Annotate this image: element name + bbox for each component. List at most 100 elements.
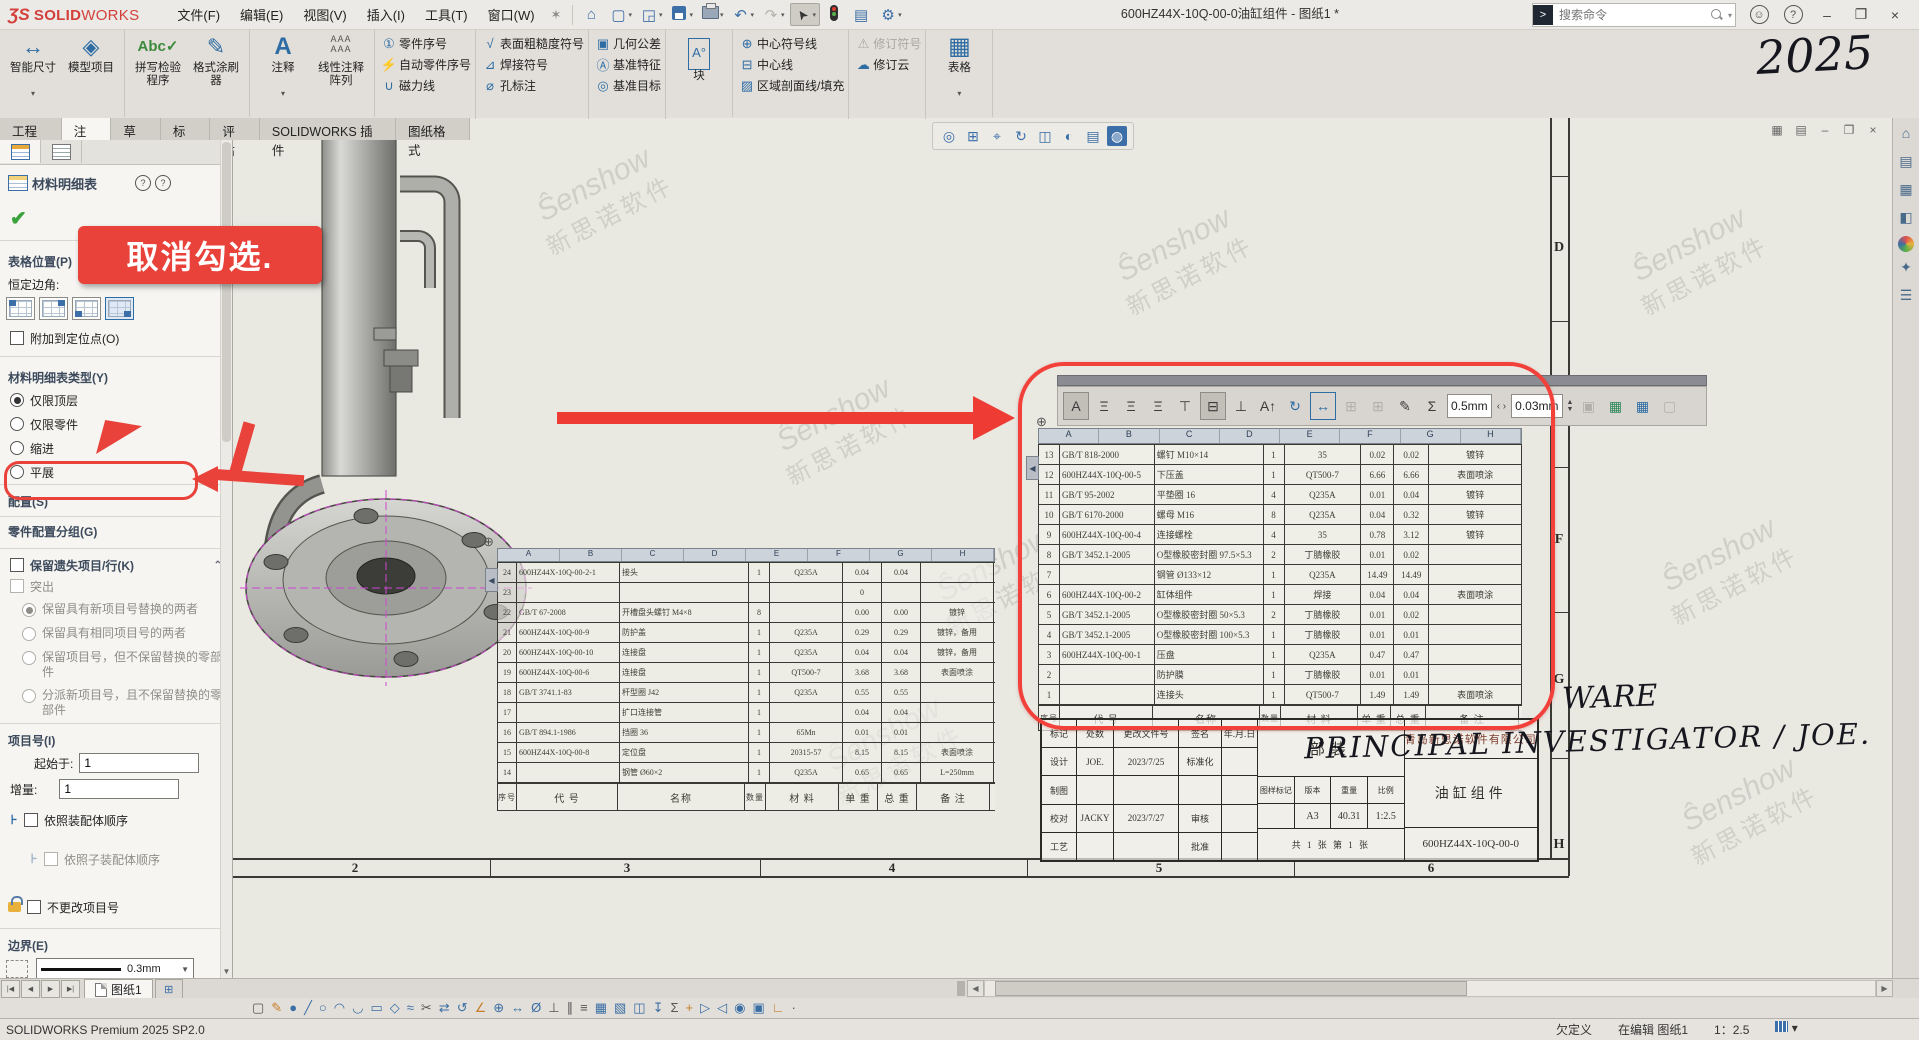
no-change-option[interactable]: 不更改项目号 <box>0 898 232 916</box>
menu-item[interactable]: 窗口(W) <box>478 1 545 28</box>
section-item-numbers[interactable]: 项目号(I)⌃ <box>0 731 240 749</box>
ribbon-button[interactable]: ⊕ 中心符号线 <box>737 33 817 54</box>
help-icon[interactable]: ? <box>1776 5 1810 25</box>
table-row[interactable]: 8 GB/T 3452.1-2005 O型橡胶密封圈 97.5×5.3 2 丁腈… <box>1038 545 1522 565</box>
search-input[interactable] <box>1557 7 1711 23</box>
ribbon-button[interactable]: √ 表面粗糙度符号 <box>480 33 584 54</box>
ribbon-button[interactable]: ∪ 磁力线 <box>379 75 435 96</box>
table-row[interactable]: 14 钢管 Ø60×2 1 Q235A 0.65 0.65 L=250mm <box>497 763 995 783</box>
edit-table-icon[interactable]: ✎ <box>1393 393 1417 419</box>
table-row[interactable]: 15 600HZ44X-10Q-00-8 定位盘 1 20315-57 8.15… <box>497 743 995 763</box>
sketch-tool-icon[interactable]: ╱ <box>304 999 312 1017</box>
ribbon-button[interactable]: Ⓐ 基准特征 <box>593 54 661 75</box>
column-letter[interactable]: C <box>622 549 684 561</box>
zoom-fit-icon[interactable]: ⊞ <box>963 126 983 146</box>
highlight-option[interactable]: 突出 <box>0 578 232 594</box>
command-tab[interactable]: 工程图 <box>0 118 62 140</box>
menu-item[interactable]: 工具(T) <box>415 1 478 28</box>
new-file-button[interactable]: ▢ ▾ <box>606 4 635 26</box>
follow-assembly-option[interactable]: ⊦ 依照装配体顺序 <box>0 811 232 829</box>
table-row[interactable]: 12 600HZ44X-10Q-00-5 下压盖 1 QT500-7 6.66 … <box>1038 465 1522 485</box>
custom-properties-icon[interactable]: ✦ <box>1893 254 1919 280</box>
search-icon[interactable] <box>1711 9 1723 21</box>
help-icon[interactable]: ? <box>155 175 171 191</box>
select-table-icon[interactable]: ▢ <box>1657 393 1681 419</box>
display-style-icon[interactable]: ◐ <box>1059 126 1079 146</box>
sketch-tool-icon[interactable]: ◇ <box>390 999 400 1017</box>
sketch-tool-icon[interactable]: ▣ <box>752 999 764 1017</box>
column-letter[interactable]: G <box>870 549 932 561</box>
border-thickness-select[interactable]: 0.3mm ▼ <box>36 958 194 980</box>
search-box[interactable]: > ▾ <box>1532 3 1736 27</box>
sketch-tool-icon[interactable]: ● <box>289 999 297 1017</box>
table-row[interactable]: 9 600HZ44X-10Q-00-4 连接螺栓 4 35 0.78 3.12 … <box>1038 525 1522 545</box>
sketch-tool-icon[interactable]: Σ <box>671 999 679 1017</box>
table-row[interactable]: 24 600HZ44X-10Q-00-2-1 接头 1 Q235A 0.04 0… <box>497 563 995 583</box>
open-file-button[interactable]: ◲ ▾ <box>637 4 666 26</box>
text-size-icon[interactable]: A↑ <box>1256 393 1280 419</box>
first-sheet-button[interactable]: |◀ <box>1 980 20 998</box>
table-format-icon[interactable]: ▦ <box>1630 393 1654 419</box>
section-bom-type[interactable]: 材料明细表类型(Y)⌃ <box>0 368 240 386</box>
table-row[interactable]: 20 600HZ44X-10Q-00-10 连接盘 1 Q235A 0.04 0… <box>497 643 995 663</box>
table-move-handle[interactable]: ⊕ <box>483 534 494 550</box>
minimize-button[interactable]: – <box>1810 7 1844 23</box>
account-icon[interactable]: ☺ <box>1742 5 1776 25</box>
ribbon-button[interactable]: ⚠ 修订符号 <box>853 33 921 54</box>
scroll-left-icon[interactable]: ◀ <box>967 980 984 997</box>
redo-button[interactable]: ↷ ▾ <box>759 4 788 26</box>
column-letter[interactable]: D <box>684 549 746 561</box>
chevron-down-icon[interactable]: ▾ <box>1728 11 1732 20</box>
column-letter[interactable]: H <box>1461 429 1521 443</box>
chevron-down-icon[interactable]: ▾ <box>720 11 724 19</box>
table-row[interactable]: 2 防护膜 1 丁腈橡胶 0.01 0.01 <box>1038 665 1522 685</box>
ribbon-button[interactable]: ◈ 模型项目 <box>63 31 119 98</box>
sketch-tool-icon[interactable]: ⊕ <box>493 999 504 1017</box>
table-row[interactable]: 11 GB/T 95-2002 平垫圈 16 4 Q235A 0.01 0.04… <box>1038 485 1522 505</box>
ribbon-button[interactable]: A 注释 ▾ <box>255 31 311 98</box>
chevron-down-icon[interactable]: ▾ <box>781 11 785 19</box>
cell-border-thickness-field[interactable]: 0.5mm <box>1447 394 1492 418</box>
sketch-tool-icon[interactable]: ↧ <box>653 999 664 1017</box>
pane-splitter[interactable] <box>957 981 965 996</box>
command-tab[interactable]: 草图 <box>111 118 161 140</box>
chevron-down-icon[interactable]: ▾ <box>659 11 663 19</box>
radio-option[interactable]: 分派新项目号，且不保留替换的零部件 <box>0 688 224 718</box>
sketch-tool-icon[interactable]: ⊥ <box>548 999 559 1017</box>
stepper-icons[interactable]: ‹ › <box>1497 401 1506 412</box>
sketch-tool-icon[interactable]: ◁ <box>717 999 727 1017</box>
checkbox-icon[interactable] <box>10 558 24 572</box>
section-keep-missing[interactable]: 保留遗失项目/行(K)⌃ <box>0 556 232 574</box>
sketch-tool-icon[interactable]: ⇄ <box>439 999 450 1017</box>
column-letter[interactable]: E <box>1280 429 1340 443</box>
fit-width-icon[interactable]: ↔ <box>1310 392 1336 420</box>
sheet-tab[interactable]: 图纸1 <box>84 979 153 999</box>
anchor-corner-option[interactable] <box>6 297 35 320</box>
anchor-corner-option[interactable] <box>39 297 68 320</box>
checkbox-icon[interactable] <box>24 813 38 827</box>
row-below-icon[interactable]: ⊞ <box>1366 393 1390 419</box>
sketch-tool-icon[interactable]: ✎ <box>271 999 282 1017</box>
configuration-tab[interactable] <box>41 140 82 163</box>
command-tab[interactable]: 评估 <box>210 118 260 140</box>
table-row[interactable]: 7 钢管 Ø133×12 1 Q235A 14.49 14.49 <box>1038 565 1522 585</box>
toolbar-drag-handle[interactable] <box>1057 375 1707 386</box>
command-tab[interactable]: 注解 <box>62 118 112 140</box>
sheet-scale[interactable]: 1：2.5 <box>1714 1021 1749 1038</box>
zoom-area-icon[interactable]: ◎ <box>939 126 959 146</box>
bom-table-large[interactable]: ⊕ ◀ Σ ABCDEFGH 13 GB/T 818-2000 螺钉 M10×1… <box>1038 428 1522 731</box>
column-letter[interactable]: H <box>932 549 994 561</box>
cell-padding-field[interactable]: 0.03mm <box>1511 394 1562 418</box>
ribbon-button[interactable]: ✎ 格式涂刷器 <box>188 31 244 98</box>
radio-option[interactable]: 保留项目号，但不保留替换的零部件 <box>0 650 224 680</box>
table-row[interactable]: 1 连接头 1 QT500-7 1.49 1.49 表面喷涂 <box>1038 685 1522 705</box>
table-row[interactable]: 19 600HZ44X-10Q-00-6 连接盘 1 QT500-7 3.68 … <box>497 663 995 683</box>
column-letter[interactable]: G <box>1401 429 1461 443</box>
ribbon-button[interactable]: AAA AAA 线性注释阵列 <box>313 31 369 98</box>
scrollbar-thumb[interactable] <box>222 142 231 442</box>
table-move-handle[interactable]: ⊕ <box>1036 414 1047 430</box>
cascade-icon[interactable]: ▤ <box>1794 123 1808 137</box>
section-part-config-group[interactable]: 零件配置分组(G)⌄ <box>0 522 240 540</box>
sketch-tool-icon[interactable]: ✂ <box>421 999 432 1017</box>
sketch-tool-icon[interactable]: ≈ <box>407 999 414 1017</box>
